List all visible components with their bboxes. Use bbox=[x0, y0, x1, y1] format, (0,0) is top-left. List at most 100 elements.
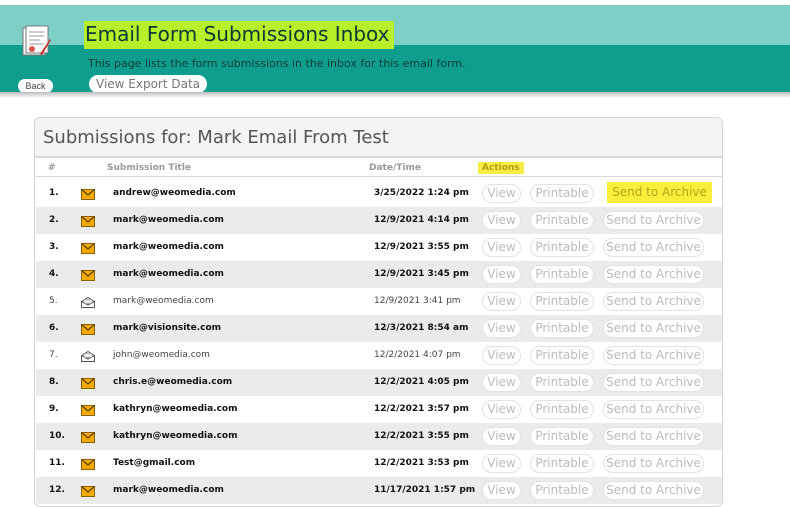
view-button[interactable]: View bbox=[482, 481, 521, 500]
envelope-closed-icon bbox=[81, 403, 95, 416]
send-to-archive-button[interactable]: Send to Archive bbox=[603, 454, 704, 473]
send-to-archive-button[interactable]: Send to Archive bbox=[603, 238, 704, 257]
table-row: 9. kathryn@weomedia.com 12/2/2021 3:57 pm V… bbox=[36, 396, 722, 423]
panel-header: Submissions for: Mark Email From Test bbox=[35, 118, 722, 157]
submission-title[interactable]: mark@weomedia.com bbox=[113, 215, 224, 225]
send-to-archive-button[interactable]: Send to Archive bbox=[603, 400, 704, 419]
send-to-archive-button[interactable]: Send to Archive bbox=[603, 481, 704, 500]
submission-date: 12/2/2021 4:05 pm bbox=[374, 377, 469, 387]
table-row: 10. kathryn@weomedia.com 12/2/2021 3:55 pm… bbox=[36, 423, 722, 450]
page-header: Back Email Form Submissions Inbox This p… bbox=[0, 5, 790, 97]
row-number: 12. bbox=[49, 485, 65, 495]
column-header-actions: Actions bbox=[478, 162, 524, 174]
view-button[interactable]: View bbox=[482, 454, 521, 473]
table-row: 8. chris.e@weomedia.com 12/2/2021 4:05 pm V… bbox=[36, 369, 722, 396]
submission-date: 12/2/2021 3:57 pm bbox=[374, 404, 469, 414]
view-button[interactable]: View bbox=[482, 319, 521, 338]
row-number: 8. bbox=[49, 377, 59, 387]
printable-button[interactable]: Printable bbox=[530, 427, 594, 446]
submission-date: 12/9/2021 3:45 pm bbox=[374, 269, 469, 279]
row-number: 3. bbox=[49, 242, 59, 252]
view-button[interactable]: View bbox=[482, 184, 521, 203]
page-subtitle: This page lists the form submissions in … bbox=[88, 57, 466, 70]
table-row: 4. mark@weomedia.com 12/9/2021 3:45 pm View… bbox=[36, 261, 722, 288]
view-button[interactable]: View bbox=[482, 373, 521, 392]
envelope-closed-icon bbox=[81, 430, 95, 443]
submission-title[interactable]: mark@visionsite.com bbox=[113, 323, 221, 333]
send-to-archive-button[interactable]: Send to Archive bbox=[603, 319, 704, 338]
view-button[interactable]: View bbox=[482, 211, 521, 230]
envelope-closed-icon bbox=[81, 322, 95, 335]
printable-button[interactable]: Printable bbox=[530, 238, 594, 257]
view-button[interactable]: View bbox=[482, 238, 521, 257]
submission-date: 12/3/2021 8:54 am bbox=[374, 323, 469, 333]
send-to-archive-button[interactable]: Send to Archive bbox=[603, 373, 704, 392]
printable-button[interactable]: Printable bbox=[530, 184, 594, 203]
submission-title[interactable]: andrew@weomedia.com bbox=[113, 188, 236, 198]
submission-title[interactable]: mark@weomedia.com bbox=[113, 242, 224, 252]
submission-title[interactable]: kathryn@weomedia.com bbox=[113, 431, 237, 441]
submission-date: 12/9/2021 3:55 pm bbox=[374, 242, 469, 252]
printable-button[interactable]: Printable bbox=[530, 454, 594, 473]
printable-button[interactable]: Printable bbox=[530, 292, 594, 311]
submission-title[interactable]: mark@weomedia.com bbox=[113, 485, 224, 495]
envelope-closed-icon bbox=[81, 187, 95, 200]
send-to-archive-button[interactable]: Send to Archive bbox=[607, 182, 712, 203]
row-number: 1. bbox=[49, 188, 59, 198]
column-header-title: Submission Title bbox=[107, 163, 192, 173]
printable-button[interactable]: Printable bbox=[530, 211, 594, 230]
submission-title[interactable]: kathryn@weomedia.com bbox=[113, 404, 237, 414]
table-row: 1. andrew@weomedia.com 3/25/2022 1:24 pm Vi… bbox=[36, 180, 722, 207]
printable-button[interactable]: Printable bbox=[530, 400, 594, 419]
panel-title: Submissions for: Mark Email From Test bbox=[43, 127, 389, 148]
envelope-closed-icon bbox=[81, 376, 95, 389]
send-to-archive-button[interactable]: Send to Archive bbox=[603, 292, 704, 311]
table-row: 5. mark@weomedia.com 12/9/2021 3:41 pm View… bbox=[36, 288, 722, 315]
table-divider-header bbox=[36, 176, 722, 177]
submission-title[interactable]: mark@weomedia.com bbox=[113, 296, 214, 306]
printable-button[interactable]: Printable bbox=[530, 373, 594, 392]
printable-button[interactable]: Printable bbox=[530, 319, 594, 338]
send-to-archive-button[interactable]: Send to Archive bbox=[603, 346, 704, 365]
back-button[interactable]: Back bbox=[18, 79, 53, 93]
page-title: Email Form Submissions Inbox bbox=[84, 21, 394, 49]
submission-title[interactable]: mark@weomedia.com bbox=[113, 269, 224, 279]
row-number: 9. bbox=[49, 404, 59, 414]
envelope-open-icon bbox=[81, 349, 95, 362]
view-button[interactable]: View bbox=[482, 265, 521, 284]
printable-button[interactable]: Printable bbox=[530, 346, 594, 365]
envelope-closed-icon bbox=[81, 457, 95, 470]
envelope-closed-icon bbox=[81, 241, 95, 254]
view-button[interactable]: View bbox=[482, 292, 521, 311]
view-button[interactable]: View bbox=[482, 346, 521, 365]
view-button[interactable]: View bbox=[482, 427, 521, 446]
envelope-open-icon bbox=[81, 295, 95, 308]
submission-title[interactable]: Test@gmail.com bbox=[113, 458, 195, 468]
row-number: 5. bbox=[49, 296, 58, 306]
envelope-closed-icon bbox=[81, 484, 95, 497]
send-to-archive-button[interactable]: Send to Archive bbox=[603, 427, 704, 446]
submission-title[interactable]: john@weomedia.com bbox=[113, 350, 210, 360]
row-number: 11. bbox=[49, 458, 65, 468]
submission-date: 11/17/2021 1:57 pm bbox=[374, 485, 476, 495]
envelope-closed-icon bbox=[81, 214, 95, 227]
submission-date: 12/9/2021 4:14 pm bbox=[374, 215, 469, 225]
view-button[interactable]: View bbox=[482, 400, 521, 419]
send-to-archive-button[interactable]: Send to Archive bbox=[603, 265, 704, 284]
send-to-archive-button[interactable]: Send to Archive bbox=[603, 211, 704, 230]
printable-button[interactable]: Printable bbox=[530, 481, 594, 500]
row-number: 10. bbox=[49, 431, 65, 441]
header-shadow bbox=[0, 92, 790, 98]
row-number: 2. bbox=[49, 215, 59, 225]
table-row: 3. mark@weomedia.com 12/9/2021 3:55 pm View… bbox=[36, 234, 722, 261]
submission-date: 12/2/2021 3:55 pm bbox=[374, 431, 469, 441]
table-divider-top bbox=[36, 157, 722, 158]
submission-date: 12/2/2021 4:07 pm bbox=[374, 350, 461, 360]
table-row: 12. mark@weomedia.com 11/17/2021 1:57 pm Vi… bbox=[36, 477, 722, 504]
submission-date: 12/2/2021 3:53 pm bbox=[374, 458, 469, 468]
view-export-data-button[interactable]: View Export Data bbox=[89, 75, 208, 93]
column-header-number: # bbox=[48, 163, 56, 173]
submission-title[interactable]: chris.e@weomedia.com bbox=[113, 377, 232, 387]
table-row: 2. mark@weomedia.com 12/9/2021 4:14 pm View… bbox=[36, 207, 722, 234]
printable-button[interactable]: Printable bbox=[530, 265, 594, 284]
